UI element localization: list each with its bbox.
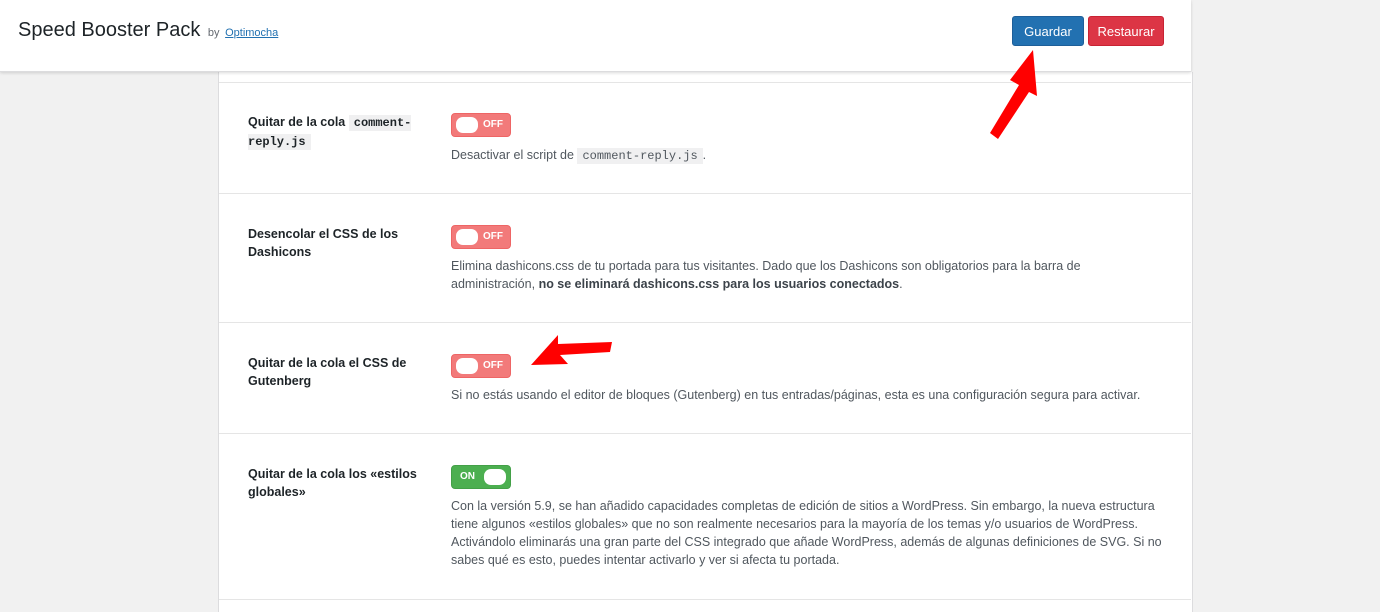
reset-button[interactable]: Restaurar — [1088, 16, 1164, 46]
plugin-name: Speed Booster Pack — [18, 19, 201, 41]
save-button[interactable]: Guardar — [1012, 16, 1084, 46]
toggle-knob — [456, 117, 478, 133]
toggle-state-label: ON — [460, 471, 475, 482]
code-snippet: comment-reply.js — [577, 148, 703, 164]
setting-description: Desactivar el script de comment-reply.js… — [451, 148, 707, 164]
toggle-state-label: OFF — [483, 119, 503, 130]
setting-description: Con la versión 5.9, se han añadido capac… — [451, 499, 1162, 567]
annotation-arrow-icon — [531, 335, 612, 365]
toggle-knob — [484, 469, 506, 485]
setting-label: Quitar de la cola comment-reply.js — [248, 115, 412, 150]
setting-label: Quitar de la cola los «estilos globales» — [248, 467, 417, 499]
by-label: by — [207, 27, 220, 39]
toggle-switch[interactable]: ON — [451, 465, 511, 489]
toggle-switch[interactable]: OFF — [451, 225, 511, 249]
setting-label: Quitar de la cola el CSS de Gutenberg — [248, 356, 407, 388]
toggle-knob — [456, 229, 478, 245]
setting-description: Elimina dashicons.css de tu portada para… — [451, 259, 1081, 291]
setting-row-gutenberg: Quitar de la cola el CSS de Gutenberg OF… — [219, 322, 1191, 434]
setting-row-global-styles: Quitar de la cola los «estilos globales»… — [219, 433, 1191, 600]
setting-description: Si no estás usando el editor de bloques … — [451, 388, 1141, 402]
toggle-switch[interactable]: OFF — [451, 354, 511, 378]
toggle-knob — [456, 358, 478, 374]
toggle-state-label: OFF — [483, 360, 503, 371]
page-title: Speed Booster Pack by Optimocha — [18, 19, 278, 42]
author-link[interactable]: Optimocha — [225, 27, 278, 39]
annotation-arrow-icon — [990, 50, 1037, 139]
setting-row-dashicons: Desencolar el CSS de los Dashicons OFF E… — [219, 193, 1191, 323]
toggle-switch[interactable]: OFF — [451, 113, 511, 137]
setting-label: Desencolar el CSS de los Dashicons — [248, 227, 399, 259]
setting-row-comment-reply: Quitar de la cola comment-reply.js OFF D… — [219, 82, 1191, 194]
toggle-state-label: OFF — [483, 231, 503, 242]
